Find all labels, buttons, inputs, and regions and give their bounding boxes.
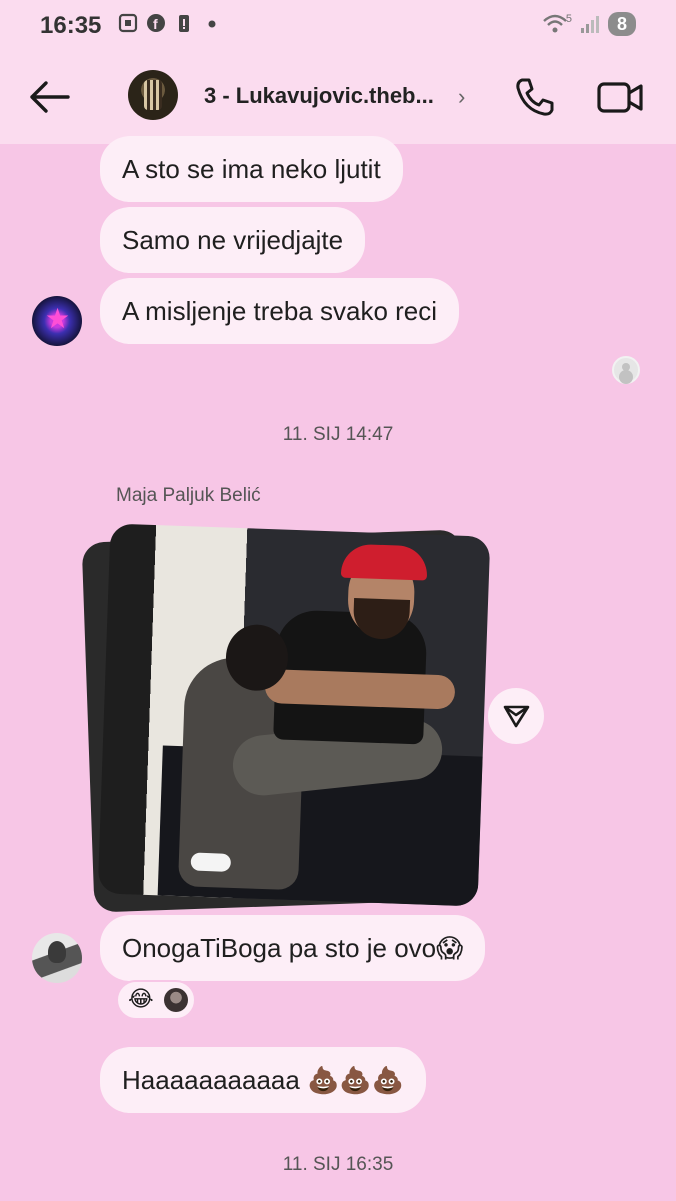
message-bubble[interactable]: A misljenje treba svako reci <box>100 278 460 344</box>
send-share-icon[interactable] <box>488 688 544 744</box>
battery-alert-icon <box>179 15 189 32</box>
shared-photo[interactable] <box>81 523 491 913</box>
timestamp: 11. SIJ 14:47 <box>282 424 394 445</box>
chevron-right-icon[interactable]: › <box>458 84 465 110</box>
sender-avatar[interactable] <box>32 933 82 983</box>
message-bubble[interactable]: A sto se ima neko ljutit <box>100 136 403 202</box>
notification-icons: f <box>118 13 222 33</box>
message-bubble[interactable]: Samo ne vrijedjajte <box>100 207 366 273</box>
video-camera-icon[interactable] <box>596 76 644 118</box>
dot-icon <box>208 20 216 28</box>
message-bubble[interactable]: OnogaTiBoga pa sto je ovo😱 <box>100 915 486 981</box>
timestamp: 11. SIJ 16:35 <box>282 1154 394 1175</box>
reactions-badge[interactable]: 😂 <box>116 980 196 1020</box>
chat-title[interactable]: 3 - Lukavujovic.theb... <box>204 83 434 109</box>
reactor-avatar <box>164 988 188 1012</box>
status-bar: 16:35 f 5 8 <box>0 0 676 52</box>
wifi-icon <box>543 14 567 33</box>
signal-label: 5 <box>565 13 572 25</box>
status-time: 16:35 <box>40 12 102 39</box>
status-right: 5 8 <box>542 12 636 36</box>
battery-icon: 8 <box>607 12 636 36</box>
signal-bars-icon <box>580 16 599 33</box>
facebook-icon: f <box>147 14 165 32</box>
svg-text:f: f <box>153 16 158 32</box>
message-bubble[interactable]: Haaaaaaaaaaa 💩💩💩 <box>100 1047 427 1113</box>
sender-avatar[interactable] <box>32 296 82 346</box>
screenshot-icon <box>118 13 138 33</box>
chat-header: 3 - Lukavujovic.theb... › <box>0 52 676 144</box>
chat-avatar[interactable] <box>128 70 178 120</box>
photo-image[interactable] <box>97 523 491 907</box>
phone-icon[interactable] <box>514 76 556 118</box>
back-arrow-icon[interactable] <box>26 76 72 118</box>
laughing-emoji-icon: 😂 <box>128 986 154 1011</box>
sender-name: Maja Paljuk Belić <box>116 485 261 506</box>
seen-avatar-icon <box>612 356 640 384</box>
